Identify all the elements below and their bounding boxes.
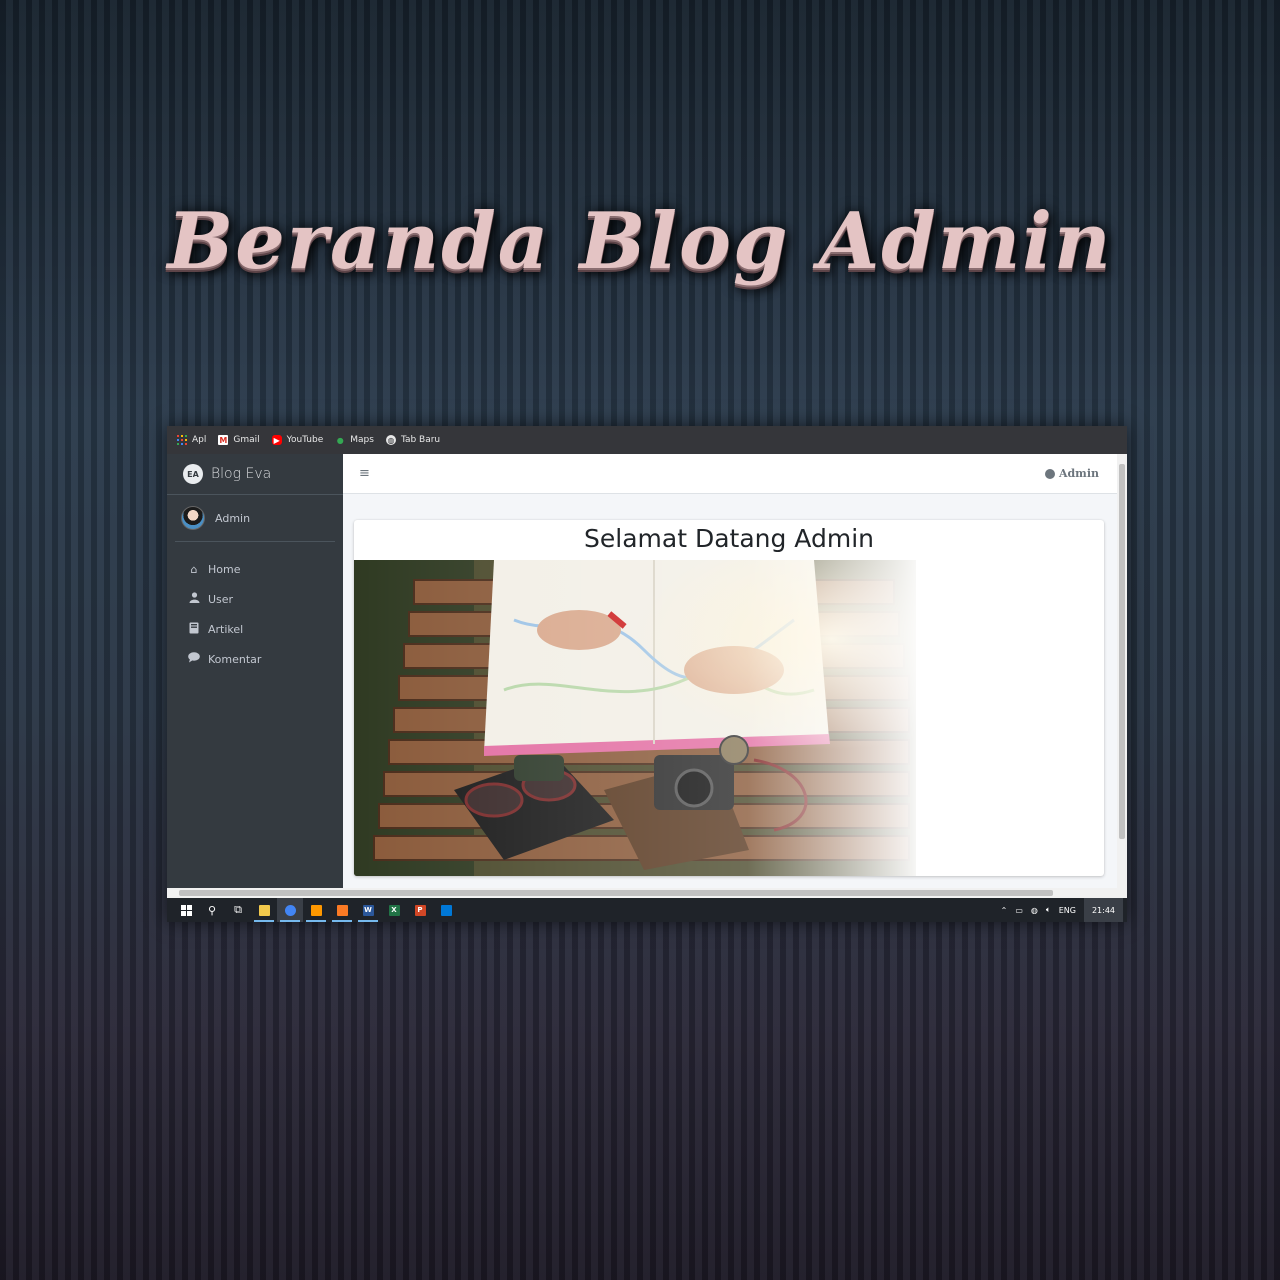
menu-toggle-icon[interactable]: ≡ — [359, 466, 370, 481]
brand-text: Blog Eva — [211, 466, 272, 482]
brand-logo-icon: EA — [183, 464, 203, 484]
xampp-icon — [336, 904, 348, 916]
powerpoint-icon: P — [414, 904, 426, 916]
sidebar-item-label: Komentar — [208, 652, 262, 666]
sidebar-item-artikel[interactable]: Artikel — [167, 614, 343, 644]
maps-pin-icon: ● — [336, 435, 344, 445]
sublime-icon — [310, 904, 322, 916]
youtube-icon: ▶ — [271, 435, 282, 445]
bookmark-label: Tab Baru — [400, 435, 441, 445]
taskbar-excel[interactable]: X — [381, 898, 407, 922]
home-icon: ⌂ — [190, 562, 198, 576]
taskbar-word[interactable]: W — [355, 898, 381, 922]
volume-icon[interactable]: 🔈︎ — [1046, 905, 1051, 915]
user-icon — [187, 592, 201, 606]
windows-logo-icon — [180, 904, 192, 916]
network-icon[interactable]: ◍ — [1031, 906, 1038, 915]
task-view-icon: ⧉ — [234, 903, 242, 916]
top-navbar: ≡ Admin — [343, 454, 1127, 494]
navbar-user-menu[interactable]: Admin — [1044, 467, 1099, 480]
start-button[interactable] — [173, 898, 199, 922]
folder-icon — [258, 904, 270, 916]
sidebar: EA Blog Eva Admin ⌂ Home User Artikel Ko… — [167, 454, 343, 888]
taskbar-xampp[interactable] — [329, 898, 355, 922]
sidebar-item-label: User — [208, 592, 234, 606]
navbar-user-label: Admin — [1058, 467, 1099, 480]
windows-taskbar: ⚲ ⧉ W X P ⌃ ▭ ◍ 🔈︎ ENG 21:44 — [167, 898, 1127, 922]
photos-icon — [440, 904, 452, 916]
sidebar-nav: ⌂ Home User Artikel Komentar — [167, 554, 343, 674]
travel-desk-photo — [354, 560, 916, 876]
search-icon: ⚲ — [207, 903, 217, 917]
excel-icon: X — [388, 904, 400, 916]
taskbar-file-explorer[interactable] — [251, 898, 277, 922]
user-circle-icon — [1044, 468, 1055, 479]
chrome-icon — [284, 904, 296, 916]
task-view-button[interactable]: ⧉ — [225, 898, 251, 922]
welcome-heading: Selamat Datang Admin — [584, 524, 874, 553]
avatar — [181, 506, 205, 530]
taskbar-sublime[interactable] — [303, 898, 329, 922]
main-content: ≡ Admin Selamat Datang Admin — [343, 454, 1127, 888]
system-tray: ⌃ ▭ ◍ 🔈︎ ENG 21:44 — [997, 898, 1127, 922]
bookmark-gmail[interactable]: M Gmail — [218, 435, 260, 445]
word-icon: W — [362, 904, 374, 916]
book-icon — [187, 622, 201, 637]
brand-link[interactable]: EA Blog Eva — [167, 454, 343, 495]
apps-grid-icon — [176, 435, 187, 445]
gmail-icon: M — [218, 435, 229, 445]
clock[interactable]: 21:44 — [1083, 898, 1123, 922]
bookmark-label: Maps — [350, 435, 374, 445]
bookmark-label: Apl — [192, 435, 207, 445]
sidebar-item-home[interactable]: ⌂ Home — [167, 554, 343, 584]
battery-icon[interactable]: ▭ — [1015, 906, 1023, 915]
bookmark-new-tab[interactable]: ◍ Tab Baru — [385, 435, 441, 445]
bookmark-maps[interactable]: ● Maps — [335, 435, 374, 445]
globe-icon: ◍ — [385, 435, 396, 445]
bookmark-label: YouTube — [286, 435, 324, 445]
sidebar-item-komentar[interactable]: Komentar — [167, 644, 343, 674]
horizontal-scrollbar[interactable] — [167, 888, 1127, 898]
bookmark-apps[interactable]: Apl — [176, 435, 207, 445]
search-button[interactable]: ⚲ — [199, 898, 225, 922]
comment-icon — [187, 652, 201, 666]
taskbar-powerpoint[interactable]: P — [407, 898, 433, 922]
browser-screenshot: Apl M Gmail ▶ YouTube ● Maps ◍ Tab Baru … — [167, 426, 1127, 922]
sidebar-item-label: Artikel — [208, 622, 244, 636]
user-panel[interactable]: Admin — [175, 495, 335, 542]
welcome-card: Selamat Datang Admin — [354, 520, 1104, 876]
taskbar-photos[interactable] — [433, 898, 459, 922]
vertical-scrollbar[interactable] — [1117, 454, 1127, 888]
user-name: Admin — [215, 511, 251, 525]
taskbar-chrome[interactable] — [277, 898, 303, 922]
bookmark-youtube[interactable]: ▶ YouTube — [271, 435, 324, 445]
chevron-up-icon[interactable]: ⌃ — [1001, 906, 1008, 915]
language-indicator[interactable]: ENG — [1059, 906, 1076, 915]
sidebar-item-user[interactable]: User — [167, 584, 343, 614]
bookmark-label: Gmail — [233, 435, 260, 445]
sidebar-item-label: Home — [208, 562, 241, 576]
poster-title: Beranda Blog Admin — [167, 196, 1113, 287]
bookmarks-bar: Apl M Gmail ▶ YouTube ● Maps ◍ Tab Baru — [167, 426, 1127, 454]
